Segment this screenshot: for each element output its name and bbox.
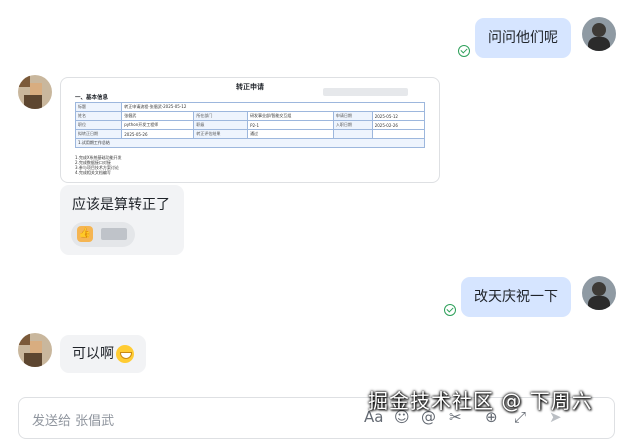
document-notes: 1.完成X系统基础功能开发 2.完成数据接口对接 3.参与项目技术方案讨论 4.…	[75, 155, 122, 175]
incoming-reply[interactable]: 可以啊	[60, 335, 146, 373]
watermark: 掘金技术社区 @ 下周六	[368, 389, 593, 413]
document-image[interactable]: 转正申请 一、基本信息 标题 转正申请流程-张倡武-2025-05-12 姓名 …	[60, 77, 440, 183]
message-text: 应该是算转正了	[72, 197, 170, 213]
avatar-contact[interactable]	[18, 75, 52, 109]
outgoing-message-1[interactable]: 问问他们呢	[475, 18, 571, 58]
document-table: 标题 转正申请流程-张倡武-2025-05-12 姓名 张倡武 所在部门 研发事…	[74, 102, 426, 148]
message-text: 问问他们呢	[488, 30, 558, 46]
thumbs-up-icon: 👍	[77, 226, 93, 242]
message-text: 可以啊	[72, 346, 114, 362]
table-row: 姓名 张倡武 所在部门 研发事业部/智能交互组 申请日期 2025-05-12	[74, 111, 426, 121]
document-section-title: 一、基本信息	[75, 95, 109, 101]
avatar-contact-2[interactable]	[18, 333, 52, 367]
avatar-self-top[interactable]	[582, 17, 616, 51]
table-row: 职位 python开发工程师 职级 P2-1 入职日期 2025-02-26	[74, 120, 426, 130]
table-row: 1.试用期工作总结	[75, 138, 425, 148]
grin-emoji-icon	[116, 345, 134, 363]
table-row: 标题 转正申请流程-张倡武-2025-05-12	[74, 102, 425, 112]
outgoing-message-2[interactable]: 改天庆祝一下	[461, 277, 571, 317]
reaction-chip[interactable]: 👍 张倡	[71, 222, 135, 247]
blurred-area	[323, 88, 408, 96]
read-receipt-icon	[458, 45, 470, 57]
composer-input[interactable]: 发送给 张倡武	[32, 410, 114, 429]
read-receipt-icon	[444, 304, 456, 316]
message-text: 改天庆祝一下	[474, 289, 558, 305]
table-row: 拟转正日期 2025-05-26 转正评估结果 通过	[74, 129, 426, 139]
avatar-self-bottom[interactable]	[582, 276, 616, 310]
reaction-user: 张倡	[101, 228, 127, 240]
